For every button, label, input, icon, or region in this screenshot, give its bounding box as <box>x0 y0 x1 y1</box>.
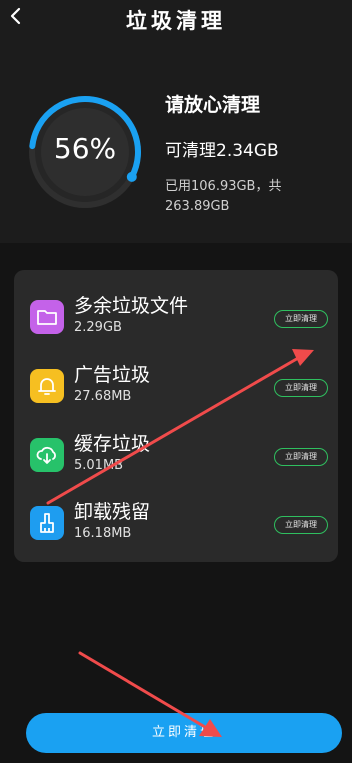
bell-icon <box>30 369 64 403</box>
item-name: 多余垃圾文件 <box>74 295 189 317</box>
status-title: 请放心清理 <box>165 94 261 116</box>
item-size: 16.18MB <box>74 526 132 541</box>
usage-ring: 56% <box>25 94 153 214</box>
folder-icon <box>30 300 64 334</box>
cleanable-size: 可清理2.34GB <box>165 141 279 161</box>
cloud-download-icon <box>30 438 64 472</box>
header: 垃圾清理 <box>0 0 352 40</box>
ring-progress-dot <box>126 171 137 182</box>
item-name: 缓存垃圾 <box>74 433 151 455</box>
list-item-cache-junk[interactable]: 缓存垃圾 5.01MB 立即清理 <box>14 426 338 486</box>
brush-icon <box>30 506 64 540</box>
list-item-ad-junk[interactable]: 广告垃圾 27.68MB 立即清理 <box>14 357 338 417</box>
page-title: 垃圾清理 <box>126 9 226 33</box>
clean-now-button[interactable]: 立即清理 <box>274 448 328 466</box>
clean-now-button[interactable]: 立即清理 <box>274 310 328 328</box>
item-name: 卸载残留 <box>74 501 151 523</box>
item-size: 5.01MB <box>74 458 124 473</box>
item-size: 27.68MB <box>74 389 132 404</box>
clean-now-button[interactable]: 立即清理 <box>274 379 328 397</box>
item-name: 广告垃圾 <box>74 364 151 386</box>
item-size: 2.29GB <box>74 320 122 335</box>
usage-percent: 56% <box>53 132 117 165</box>
junk-list-card: 多余垃圾文件 2.29GB 立即清理 广告垃圾 27.68MB 立即清理 缓存垃… <box>14 270 338 562</box>
clean-now-button[interactable]: 立即清理 <box>274 516 328 534</box>
storage-usage: 已用106.93GB，共263.89GB <box>165 179 282 214</box>
list-item-uninstall-residue[interactable]: 卸载残留 16.18MB 立即清理 <box>14 494 338 554</box>
clean-all-button[interactable]: 立即清理 <box>26 713 342 753</box>
list-item-redundant-files[interactable]: 多余垃圾文件 2.29GB 立即清理 <box>14 288 338 348</box>
